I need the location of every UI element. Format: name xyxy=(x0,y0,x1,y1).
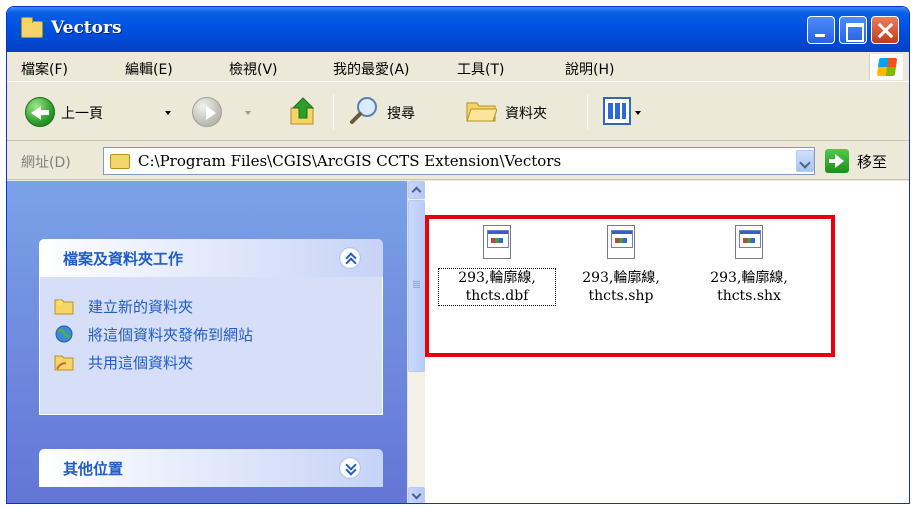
file-tasks-title[interactable]: 檔案及資料夾工作 xyxy=(63,248,183,269)
search-icon[interactable] xyxy=(349,95,379,125)
share-folder-icon xyxy=(54,355,74,371)
explorer-window: Vectors 檔案(F) 編輯(E) 檢視(V) 我的最愛(A) 工具(T) … xyxy=(6,6,910,504)
close-button[interactable] xyxy=(871,16,899,44)
address-label: 網址(D) xyxy=(21,155,71,171)
menu-tools[interactable]: 工具(T) xyxy=(457,59,504,79)
forward-dropdown-icon[interactable] xyxy=(245,111,251,115)
menu-help[interactable]: 說明(H) xyxy=(565,59,614,79)
task-pane-scrollbar[interactable] xyxy=(407,181,425,503)
views-icon[interactable] xyxy=(603,97,631,125)
window-title: Vectors xyxy=(51,18,122,38)
go-button[interactable]: 移至 xyxy=(857,151,887,172)
views-dropdown-icon[interactable] xyxy=(635,111,641,115)
task-pane: 檔案及資料夾工作 建立新的資料夾 將這個資料夾發佈到網站 共用這個資料夾 其他位… xyxy=(7,181,407,503)
task-label[interactable]: 將這個資料夾發佈到網站 xyxy=(88,324,253,345)
new-folder-icon xyxy=(54,299,74,315)
highlight-annotation xyxy=(425,215,835,357)
collapse-icon[interactable] xyxy=(339,247,361,269)
menu-favorites[interactable]: 我的最愛(A) xyxy=(333,59,410,79)
windows-logo-icon xyxy=(869,54,903,80)
minimize-button[interactable] xyxy=(807,16,835,44)
maximize-button[interactable] xyxy=(839,16,867,44)
expand-icon[interactable] xyxy=(339,457,361,479)
folders-icon[interactable] xyxy=(465,99,497,123)
address-dropdown-icon[interactable] xyxy=(796,150,814,172)
go-arrow-icon[interactable] xyxy=(825,149,849,173)
other-places-header[interactable]: 其他位置 xyxy=(39,449,383,487)
toolbar-separator xyxy=(587,95,588,129)
menu-edit[interactable]: 編輯(E) xyxy=(125,59,173,79)
scroll-up-icon[interactable] xyxy=(408,181,425,199)
other-places-title[interactable]: 其他位置 xyxy=(63,458,123,479)
folder-icon xyxy=(21,17,43,38)
menu-view[interactable]: 檢視(V) xyxy=(229,59,278,79)
folders-button[interactable]: 資料夾 xyxy=(505,103,547,123)
menu-bar: 檔案(F) 編輯(E) 檢視(V) 我的最愛(A) 工具(T) 說明(H) xyxy=(7,52,909,82)
file-tasks-panel: 建立新的資料夾 將這個資料夾發佈到網站 共用這個資料夾 xyxy=(39,277,383,415)
task-label[interactable]: 建立新的資料夾 xyxy=(88,296,193,317)
back-button[interactable]: 上一頁 xyxy=(61,103,103,123)
up-folder-icon[interactable] xyxy=(289,96,317,126)
file-tasks-header[interactable]: 檔案及資料夾工作 xyxy=(39,239,383,277)
folder-icon xyxy=(110,154,130,169)
title-bar[interactable]: Vectors xyxy=(7,7,909,52)
search-button[interactable]: 搜尋 xyxy=(387,103,415,123)
publish-web-icon xyxy=(55,325,73,343)
address-input[interactable]: C:\Program Files\CGIS\ArcGIS CCTS Extens… xyxy=(103,147,815,175)
toolbar: 上一頁 搜尋 資料夾 xyxy=(7,83,909,141)
forward-arrow-icon[interactable] xyxy=(192,97,222,127)
toolbar-separator xyxy=(333,95,334,129)
back-arrow-icon[interactable] xyxy=(25,97,55,127)
task-label[interactable]: 共用這個資料夾 xyxy=(88,352,193,373)
menu-file[interactable]: 檔案(F) xyxy=(21,59,68,79)
address-path[interactable]: C:\Program Files\CGIS\ArcGIS CCTS Extens… xyxy=(138,152,561,170)
back-dropdown-icon[interactable] xyxy=(165,111,171,115)
scroll-thumb[interactable] xyxy=(408,200,425,372)
address-bar: 網址(D) C:\Program Files\CGIS\ArcGIS CCTS … xyxy=(7,142,909,180)
scroll-down-icon[interactable] xyxy=(408,487,425,503)
